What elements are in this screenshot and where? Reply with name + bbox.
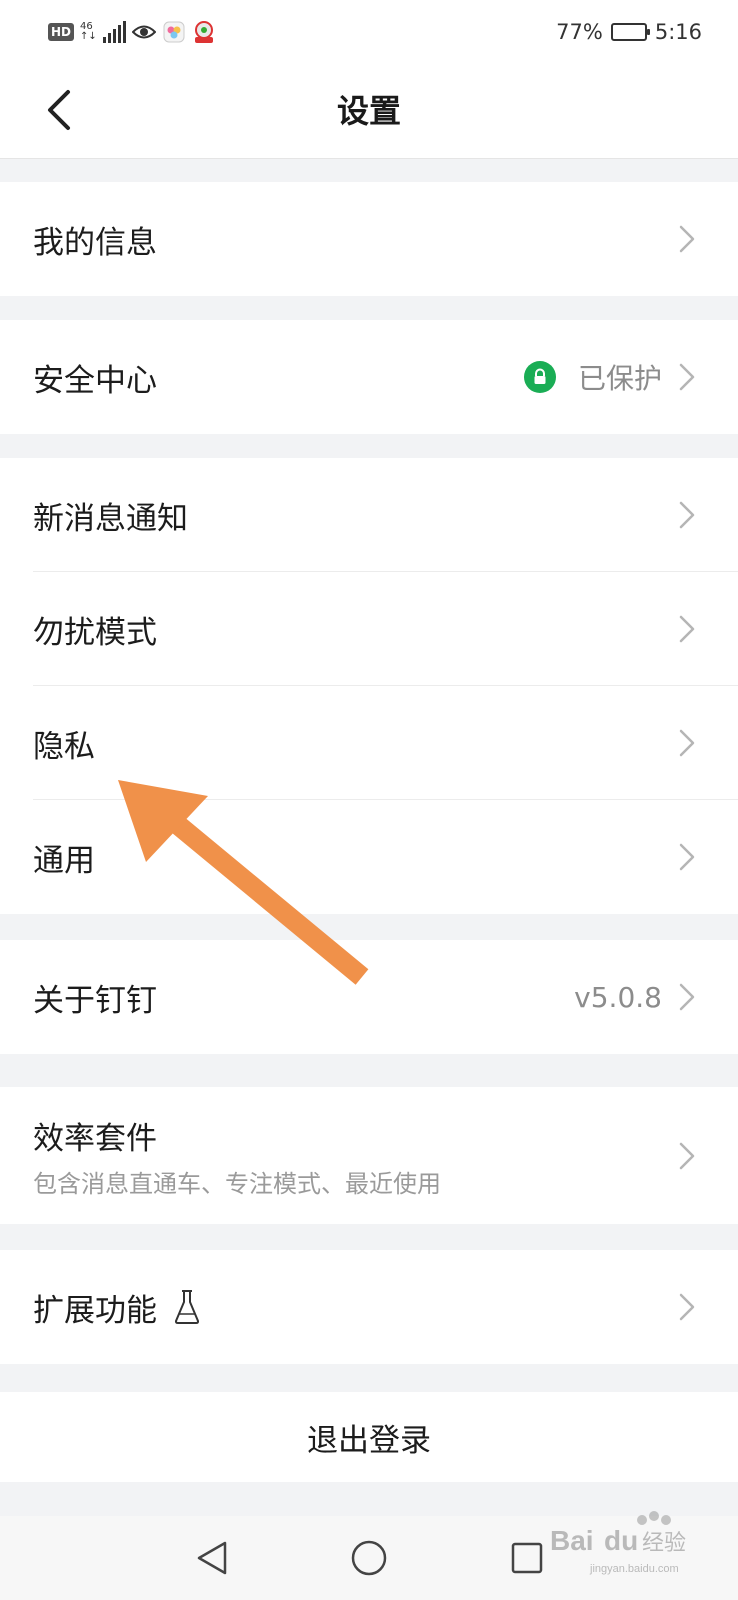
chevron-left-icon <box>48 90 70 130</box>
row-right <box>678 1087 698 1224</box>
chevron-right-icon <box>678 842 698 872</box>
hd-badge: HD <box>48 23 75 41</box>
logout-button[interactable]: 退出登录 <box>0 1392 738 1482</box>
row-label: 勿扰模式 <box>33 614 157 651</box>
settings-row-security-center[interactable]: 安全中心 已保护 <box>0 320 738 434</box>
row-label: 新消息通知 <box>33 500 188 537</box>
chevron-right-icon <box>678 614 698 644</box>
baidu-watermark: Bai du 经验 jingyan.baidu.com <box>550 1510 700 1580</box>
eye-icon <box>131 20 156 44</box>
square-recents-icon <box>511 1542 543 1574</box>
row-right: 已保护 <box>523 320 698 434</box>
photos-app-icon <box>162 20 186 44</box>
row-right <box>678 572 698 686</box>
row-right: v5.0.8 <box>574 940 698 1054</box>
row-label: 安全中心 <box>33 362 157 399</box>
watermark-url: jingyan.baidu.com <box>589 1563 679 1575</box>
settings-row-general[interactable]: 通用 <box>0 800 738 914</box>
page-title: 设置 <box>336 92 401 130</box>
chevron-right-icon <box>678 362 698 392</box>
row-subtitle: 包含消息直通车、专注模式、最近使用 <box>33 1169 441 1198</box>
section-general: 新消息通知 勿扰模式 隐私 通用 <box>0 458 738 914</box>
section-about: 关于钉钉 v5.0.8 <box>0 940 738 1054</box>
security-status: 已保护 <box>577 362 662 395</box>
status-left: HD 46 ↑↓ <box>48 20 216 44</box>
app-version: v5.0.8 <box>574 980 662 1014</box>
row-right <box>678 1250 698 1364</box>
network-type: 46 ↑↓ <box>80 22 97 42</box>
chevron-right-icon <box>678 728 698 758</box>
chevron-right-icon <box>678 1141 698 1171</box>
row-label: 通用 <box>33 842 95 879</box>
settings-row-my-info[interactable]: 我的信息 <box>0 182 738 296</box>
status-bar: HD 46 ↑↓ 77% 5:16 <box>0 0 738 64</box>
chevron-right-icon <box>678 1292 698 1322</box>
chevron-right-icon <box>678 224 698 254</box>
status-right: 77% 5:16 <box>556 20 702 44</box>
nav-home-button[interactable] <box>347 1536 391 1580</box>
triangle-back-icon <box>197 1541 227 1575</box>
section-my-info: 我的信息 <box>0 182 738 296</box>
row-label: 效率套件 <box>33 1120 157 1157</box>
chevron-right-icon <box>678 982 698 1012</box>
settings-row-do-not-disturb[interactable]: 勿扰模式 <box>0 572 738 686</box>
clock: 5:16 <box>654 20 702 44</box>
battery-icon <box>610 23 650 41</box>
lock-icon <box>523 361 556 393</box>
settings-row-notifications[interactable]: 新消息通知 <box>0 458 738 572</box>
battery-percent: 77% <box>556 20 603 44</box>
section-security: 安全中心 已保护 <box>0 320 738 434</box>
row-label: 隐私 <box>33 728 95 765</box>
nav-back-button[interactable] <box>190 1536 234 1580</box>
row-label-wrap: 扩展功能 <box>33 1285 201 1330</box>
row-right <box>678 686 698 800</box>
nav-recents-button[interactable] <box>505 1536 549 1580</box>
flask-icon <box>173 1289 201 1325</box>
watermark-brand: Bai <box>550 1525 594 1556</box>
section-extensions: 扩展功能 <box>0 1250 738 1364</box>
nav-header: 设置 <box>0 64 738 159</box>
video-app-icon <box>192 20 216 44</box>
row-label: 关于钉钉 <box>33 982 157 1019</box>
chevron-right-icon <box>678 500 698 530</box>
row-right <box>678 800 698 914</box>
row-right <box>678 182 698 296</box>
settings-row-efficiency-suite[interactable]: 效率套件 包含消息直通车、专注模式、最近使用 <box>0 1087 738 1224</box>
watermark-brand2: du <box>604 1525 638 1556</box>
back-button[interactable] <box>30 82 86 138</box>
circle-home-icon <box>351 1540 387 1576</box>
row-label: 我的信息 <box>33 224 157 261</box>
settings-row-extensions[interactable]: 扩展功能 <box>0 1250 738 1364</box>
row-right <box>678 458 698 572</box>
section-efficiency: 效率套件 包含消息直通车、专注模式、最近使用 <box>0 1087 738 1224</box>
watermark-suffix: 经验 <box>642 1531 686 1556</box>
signal-icon <box>102 21 126 43</box>
settings-row-about[interactable]: 关于钉钉 v5.0.8 <box>0 940 738 1054</box>
row-label: 扩展功能 <box>33 1292 157 1329</box>
settings-row-privacy[interactable]: 隐私 <box>0 686 738 800</box>
network-activity: ↑↓ <box>80 31 97 42</box>
